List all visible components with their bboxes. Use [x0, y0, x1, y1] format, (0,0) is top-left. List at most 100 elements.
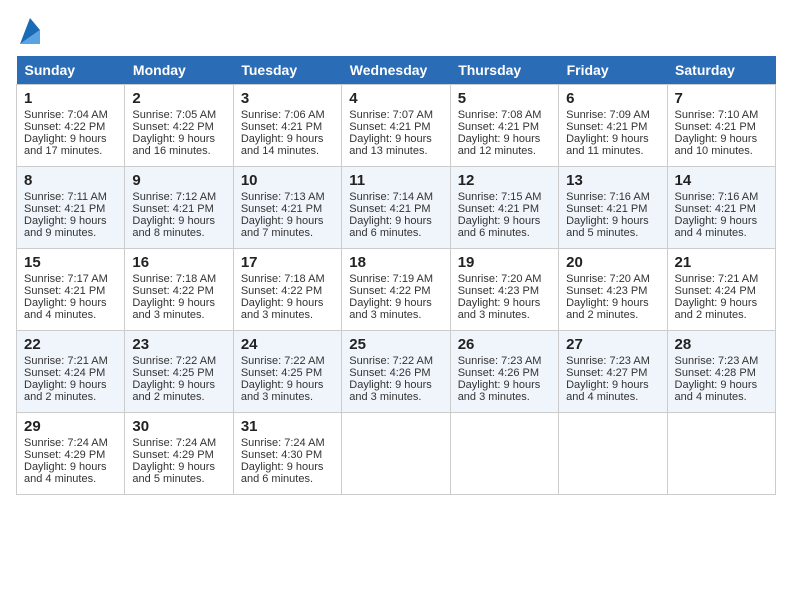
col-friday: Friday — [559, 56, 667, 85]
daylight-text: Daylight: 9 hours and 3 minutes. — [458, 297, 541, 321]
calendar-cell: 23Sunrise: 7:22 AMSunset: 4:25 PMDayligh… — [125, 331, 233, 413]
day-number: 20 — [566, 254, 659, 271]
daylight-text: Daylight: 9 hours and 3 minutes. — [349, 379, 432, 403]
sunrise-text: Sunrise: 7:23 AM — [566, 355, 650, 367]
sunset-text: Sunset: 4:21 PM — [349, 203, 430, 215]
daylight-text: Daylight: 9 hours and 6 minutes. — [241, 461, 324, 485]
calendar-cell: 1Sunrise: 7:04 AMSunset: 4:22 PMDaylight… — [17, 85, 125, 167]
sunrise-text: Sunrise: 7:15 AM — [458, 191, 542, 203]
calendar-cell: 10Sunrise: 7:13 AMSunset: 4:21 PMDayligh… — [233, 167, 341, 249]
sunrise-text: Sunrise: 7:05 AM — [132, 109, 216, 121]
sunrise-text: Sunrise: 7:22 AM — [241, 355, 325, 367]
sunset-text: Sunset: 4:21 PM — [566, 121, 647, 133]
daylight-text: Daylight: 9 hours and 2 minutes. — [132, 379, 215, 403]
col-thursday: Thursday — [450, 56, 558, 85]
sunrise-text: Sunrise: 7:11 AM — [24, 191, 107, 203]
calendar-cell: 11Sunrise: 7:14 AMSunset: 4:21 PMDayligh… — [342, 167, 450, 249]
day-number: 8 — [24, 172, 117, 189]
calendar-cell: 26Sunrise: 7:23 AMSunset: 4:26 PMDayligh… — [450, 331, 558, 413]
sunset-text: Sunset: 4:21 PM — [566, 203, 647, 215]
calendar-cell: 16Sunrise: 7:18 AMSunset: 4:22 PMDayligh… — [125, 249, 233, 331]
day-number: 28 — [675, 336, 768, 353]
calendar-cell: 3Sunrise: 7:06 AMSunset: 4:21 PMDaylight… — [233, 85, 341, 167]
sunset-text: Sunset: 4:21 PM — [458, 203, 539, 215]
daylight-text: Daylight: 9 hours and 13 minutes. — [349, 133, 432, 157]
calendar-cell: 25Sunrise: 7:22 AMSunset: 4:26 PMDayligh… — [342, 331, 450, 413]
daylight-text: Daylight: 9 hours and 17 minutes. — [24, 133, 107, 157]
day-number: 19 — [458, 254, 551, 271]
day-number: 14 — [675, 172, 768, 189]
calendar-cell: 20Sunrise: 7:20 AMSunset: 4:23 PMDayligh… — [559, 249, 667, 331]
sunset-text: Sunset: 4:22 PM — [24, 121, 105, 133]
calendar-cell — [342, 413, 450, 495]
daylight-text: Daylight: 9 hours and 2 minutes. — [24, 379, 107, 403]
sunrise-text: Sunrise: 7:21 AM — [24, 355, 108, 367]
sunrise-text: Sunrise: 7:13 AM — [241, 191, 325, 203]
calendar-cell: 28 Sunrise: 7:23 AMSunset: 4:28 PMDayligh… — [667, 331, 775, 413]
logo-icon — [18, 16, 42, 46]
day-number: 5 — [458, 90, 551, 107]
sunset-text: Sunset: 4:23 PM — [458, 285, 539, 297]
sunrise-text: Sunrise: 7:22 AM — [132, 355, 216, 367]
calendar-cell: 21Sunrise: 7:21 AMSunset: 4:24 PMDayligh… — [667, 249, 775, 331]
calendar-row: 8Sunrise: 7:11 AMSunset: 4:21 PMDaylight… — [17, 167, 776, 249]
sunset-text: Sunset: 4:22 PM — [132, 285, 213, 297]
calendar-cell: 4Sunrise: 7:07 AMSunset: 4:21 PMDaylight… — [342, 85, 450, 167]
sunrise-text: Sunrise: 7:24 AM — [241, 437, 325, 449]
calendar-cell — [450, 413, 558, 495]
sunset-text: Sunset: 4:26 PM — [458, 367, 539, 379]
col-saturday: Saturday — [667, 56, 775, 85]
sunrise-text: Sunrise: 7:23 AM — [675, 355, 759, 367]
day-number: 13 — [566, 172, 659, 189]
sunrise-text: Sunrise: 7:24 AM — [132, 437, 216, 449]
sunset-text: Sunset: 4:21 PM — [24, 203, 105, 215]
calendar-cell: 24Sunrise: 7:22 AMSunset: 4:25 PMDayligh… — [233, 331, 341, 413]
sunset-text: Sunset: 4:21 PM — [458, 121, 539, 133]
daylight-text: Daylight: 9 hours and 3 minutes. — [349, 297, 432, 321]
sunset-text: Sunset: 4:22 PM — [132, 121, 213, 133]
sunrise-text: Sunrise: 7:20 AM — [566, 273, 650, 285]
sunset-text: Sunset: 4:21 PM — [132, 203, 213, 215]
sunset-text: Sunset: 4:26 PM — [349, 367, 430, 379]
daylight-text: Daylight: 9 hours and 3 minutes. — [241, 379, 324, 403]
day-number: 24 — [241, 336, 334, 353]
sunrise-text: Sunrise: 7:06 AM — [241, 109, 325, 121]
daylight-text: Daylight: 9 hours and 4 minutes. — [24, 461, 107, 485]
daylight-text: Daylight: 9 hours and 2 minutes. — [675, 297, 758, 321]
daylight-text: Daylight: 9 hours and 4 minutes. — [675, 379, 758, 403]
daylight-text: Daylight: 9 hours and 11 minutes. — [566, 133, 649, 157]
sunset-text: Sunset: 4:21 PM — [349, 121, 430, 133]
sunset-text: Sunset: 4:21 PM — [241, 203, 322, 215]
sunset-text: Sunset: 4:21 PM — [675, 203, 756, 215]
calendar-cell: 31Sunrise: 7:24 AMSunset: 4:30 PMDayligh… — [233, 413, 341, 495]
sunset-text: Sunset: 4:28 PM — [675, 367, 756, 379]
calendar-cell: 2Sunrise: 7:05 AMSunset: 4:22 PMDaylight… — [125, 85, 233, 167]
daylight-text: Daylight: 9 hours and 2 minutes. — [566, 297, 649, 321]
day-number: 29 — [24, 418, 117, 435]
day-number: 11 — [349, 172, 442, 189]
sunset-text: Sunset: 4:21 PM — [675, 121, 756, 133]
calendar-cell: 6Sunrise: 7:09 AMSunset: 4:21 PMDaylight… — [559, 85, 667, 167]
daylight-text: Daylight: 9 hours and 12 minutes. — [458, 133, 541, 157]
calendar-cell: 15Sunrise: 7:17 AMSunset: 4:21 PMDayligh… — [17, 249, 125, 331]
sunset-text: Sunset: 4:25 PM — [132, 367, 213, 379]
day-number: 27 — [566, 336, 659, 353]
sunrise-text: Sunrise: 7:24 AM — [24, 437, 108, 449]
sunrise-text: Sunrise: 7:16 AM — [675, 191, 759, 203]
daylight-text: Daylight: 9 hours and 4 minutes. — [675, 215, 758, 239]
day-number: 30 — [132, 418, 225, 435]
calendar-cell: 17Sunrise: 7:18 AMSunset: 4:22 PMDayligh… — [233, 249, 341, 331]
logo — [16, 16, 42, 46]
sunrise-text: Sunrise: 7:17 AM — [24, 273, 108, 285]
sunset-text: Sunset: 4:29 PM — [132, 449, 213, 461]
calendar-cell: 22Sunrise: 7:21 AMSunset: 4:24 PMDayligh… — [17, 331, 125, 413]
calendar-row: 15Sunrise: 7:17 AMSunset: 4:21 PMDayligh… — [17, 249, 776, 331]
day-number: 15 — [24, 254, 117, 271]
day-number: 12 — [458, 172, 551, 189]
sunrise-text: Sunrise: 7:16 AM — [566, 191, 650, 203]
calendar-cell: 19Sunrise: 7:20 AMSunset: 4:23 PMDayligh… — [450, 249, 558, 331]
daylight-text: Daylight: 9 hours and 3 minutes. — [132, 297, 215, 321]
calendar-cell: 8Sunrise: 7:11 AMSunset: 4:21 PMDaylight… — [17, 167, 125, 249]
day-number: 21 — [675, 254, 768, 271]
sunset-text: Sunset: 4:21 PM — [241, 121, 322, 133]
